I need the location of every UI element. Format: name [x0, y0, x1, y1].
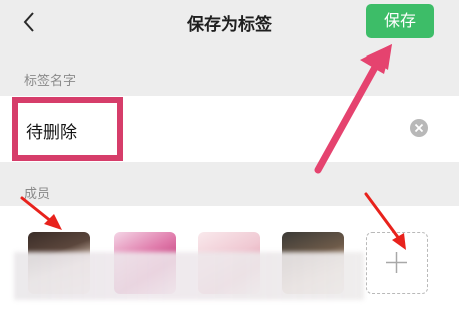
tag-name-section-label: 标签名字: [24, 74, 77, 89]
blurred-member-names: [14, 252, 364, 300]
add-member-button[interactable]: [366, 232, 428, 294]
members-section-label: 成员: [24, 187, 51, 202]
plus-icon: [386, 252, 407, 273]
clear-x-circle-icon[interactable]: [409, 118, 429, 138]
nav-bar: 保存为标签 保存: [0, 0, 459, 44]
save-button[interactable]: 保存: [366, 4, 434, 38]
annotation-highlight-box: [12, 97, 123, 161]
